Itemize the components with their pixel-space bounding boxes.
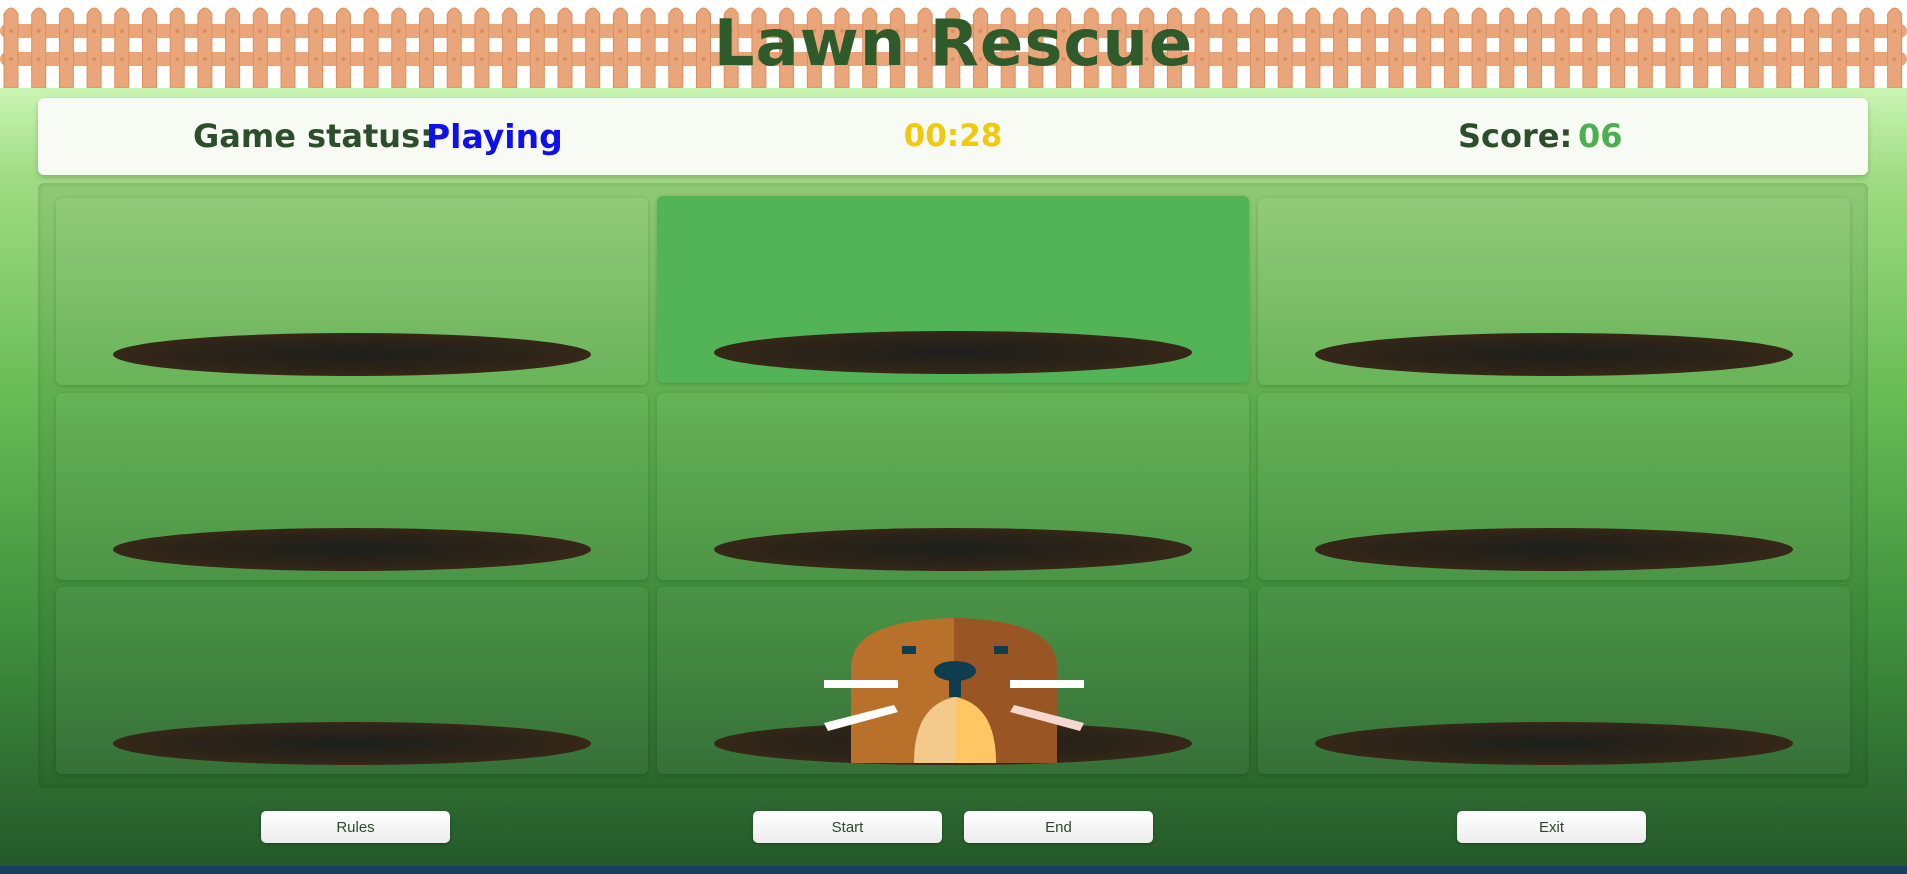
mole-hole xyxy=(113,722,591,765)
lawn-cell-r1c1[interactable] xyxy=(56,198,648,385)
start-button[interactable]: Start xyxy=(753,811,942,843)
status-bar: Game status: Playing 00:28 Score: 06 xyxy=(38,98,1868,175)
exit-button[interactable]: Exit xyxy=(1457,811,1646,843)
lawn-cell-r2c2[interactable] xyxy=(657,393,1249,580)
lawn-cell-r3c3[interactable] xyxy=(1258,587,1850,774)
mole-eye-icon xyxy=(902,646,916,654)
lawn-board: Game status: Playing 00:28 Score: 06 xyxy=(0,88,1907,868)
lawn-cell-r2c3[interactable] xyxy=(1258,393,1850,580)
mole-hole xyxy=(714,528,1192,571)
mole-hole xyxy=(113,333,591,376)
lawn-cell-r2c1[interactable] xyxy=(56,393,648,580)
score-value: 06 xyxy=(1578,117,1623,155)
mole-character[interactable] xyxy=(824,615,1084,763)
play-field xyxy=(38,183,1868,788)
lawn-cell-r3c2[interactable] xyxy=(657,587,1249,774)
lawn-cell-r1c3[interactable] xyxy=(1258,198,1850,385)
mole-hole xyxy=(714,331,1192,374)
mole-hole xyxy=(1315,333,1793,376)
mole-hole xyxy=(1315,528,1793,571)
game-title: Lawn Rescue xyxy=(713,7,1194,81)
mole-hole xyxy=(1315,722,1793,765)
fence-header: Lawn Rescue xyxy=(0,0,1907,90)
mole-hole xyxy=(113,528,591,571)
bottom-edge xyxy=(0,866,1907,874)
rules-button[interactable]: Rules xyxy=(261,811,450,843)
mole-eye-icon xyxy=(994,646,1008,654)
end-button[interactable]: End xyxy=(964,811,1153,843)
score-label: Score: xyxy=(1458,117,1573,155)
lawn-cell-r1c2[interactable] xyxy=(657,196,1249,383)
lawn-cell-r3c1[interactable] xyxy=(56,587,648,774)
